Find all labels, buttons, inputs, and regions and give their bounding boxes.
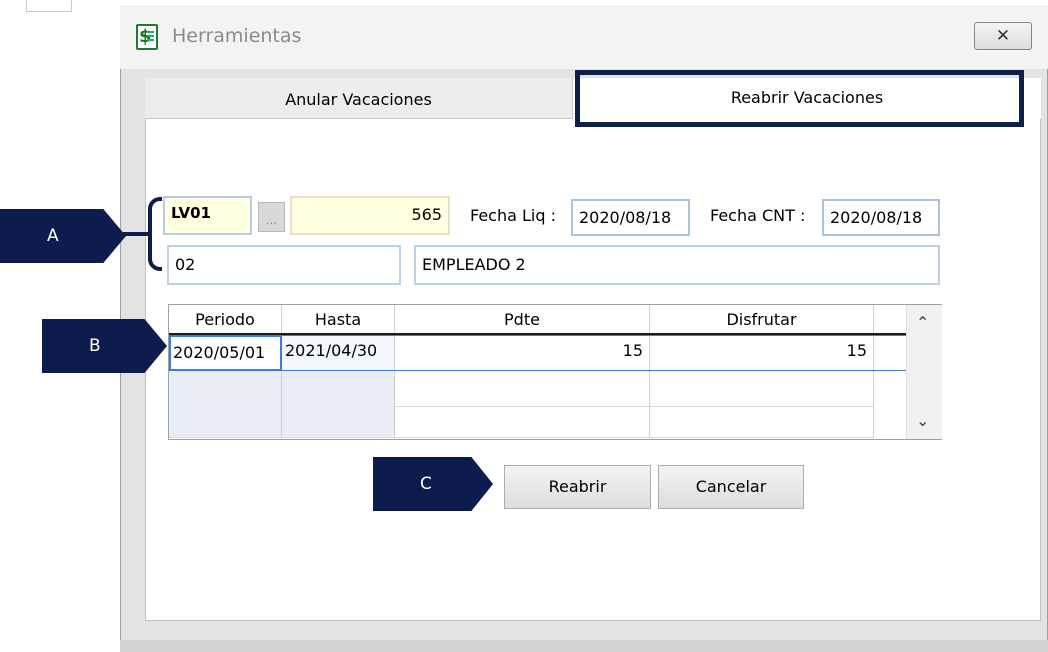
empty-cell [650, 402, 874, 438]
fecha-cnt-label: Fecha CNT : [710, 206, 806, 225]
app-icon: $ [136, 24, 158, 50]
empty-cell [169, 402, 282, 438]
callout-a-label: A [47, 226, 59, 246]
empty-cell [395, 402, 650, 438]
reabrir-button[interactable]: Reabrir [504, 465, 651, 509]
column-header-periodo[interactable]: Periodo [169, 305, 282, 333]
number-field[interactable]: 565 [290, 196, 450, 235]
column-header-disfrutar[interactable]: Disfrutar [650, 305, 874, 333]
scroll-up-icon[interactable]: ⌃ [916, 313, 929, 332]
corner-box [26, 0, 72, 12]
fecha-liq-label: Fecha Liq : [470, 206, 556, 225]
sequence-field[interactable]: 02 [167, 245, 401, 285]
vertical-scrollbar[interactable]: ⌃ ⌄ [906, 305, 942, 439]
tab-highlight-frame [575, 70, 1024, 127]
fecha-liq-field[interactable]: 2020/08/18 [571, 199, 690, 236]
scroll-down-icon[interactable]: ⌄ [916, 411, 929, 430]
empty-cell [282, 402, 395, 438]
callout-a: A [0, 209, 126, 263]
close-button[interactable]: ✕ [974, 22, 1032, 50]
column-header-hasta[interactable]: Hasta [282, 305, 395, 333]
bracket-a-stem [123, 232, 151, 236]
cancelar-button[interactable]: Cancelar [658, 465, 804, 509]
cell-periodo[interactable]: 2020/05/01 [169, 335, 282, 371]
cell-disfrutar[interactable]: 15 [650, 335, 874, 371]
callout-c: C [373, 457, 493, 511]
tab-anular-vacaciones[interactable]: Anular Vacaciones [145, 78, 573, 119]
dialog-bottom-edge [120, 640, 1048, 652]
callout-c-label: C [420, 474, 432, 494]
cell-hasta[interactable]: 2021/04/30 [282, 335, 395, 371]
callout-b-label: B [89, 336, 101, 356]
callout-b: B [42, 319, 167, 373]
window-title: Herramientas [172, 25, 302, 47]
employee-name-field[interactable]: EMPLEADO 2 [414, 245, 940, 285]
column-header-pdte[interactable]: Pdte [395, 305, 650, 333]
vacation-grid[interactable]: Periodo Hasta Pdte Disfrutar 2020/05/01 … [168, 304, 942, 440]
code-field[interactable]: LV01 [163, 196, 252, 235]
lookup-button[interactable]: ... [258, 202, 285, 232]
cell-pdte[interactable]: 15 [395, 335, 650, 371]
fecha-cnt-field[interactable]: 2020/08/18 [822, 199, 940, 236]
